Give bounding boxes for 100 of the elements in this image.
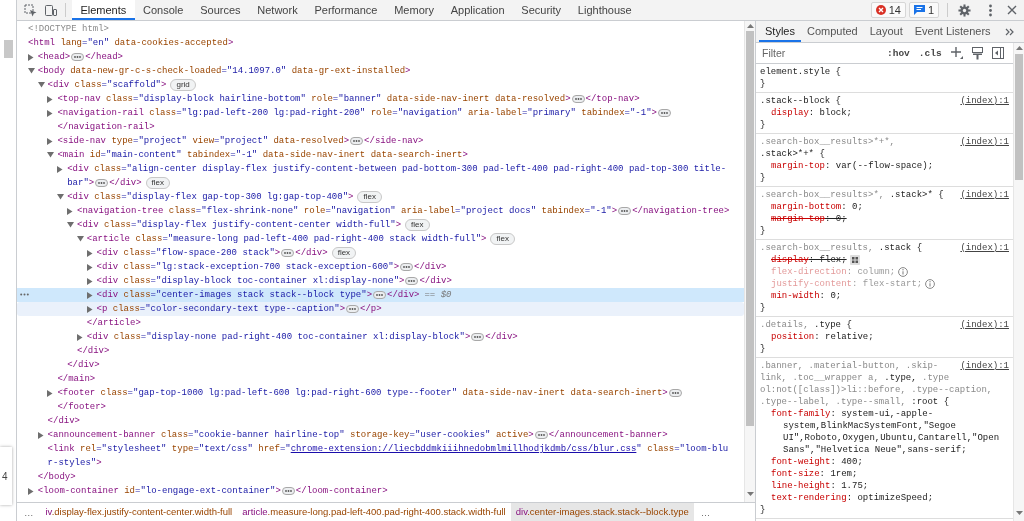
expand-arrow-icon[interactable] <box>86 263 93 271</box>
dom-tree-row[interactable]: <div class="display-flex justify-content-center width-full"> flex <box>17 218 744 232</box>
layout-badge[interactable]: flex <box>357 190 382 203</box>
toggle-button[interactable]: :hov <box>887 47 910 59</box>
collapse-arrow-icon[interactable] <box>27 68 35 74</box>
flexbox-editor-icon[interactable] <box>849 254 860 265</box>
collapse-arrow-icon[interactable] <box>57 194 65 200</box>
settings-icon[interactable] <box>958 3 971 17</box>
expand-arrow-icon[interactable] <box>47 389 54 397</box>
device-toolbar-icon[interactable] <box>44 3 57 17</box>
css-value[interactable]: : 0; <box>825 214 847 224</box>
dom-tree-row[interactable]: <div class="lg:stack-exception-700 stack-exception-600"> </div> <box>17 260 744 274</box>
scrollbar-thumb[interactable] <box>746 31 754 426</box>
dom-tree-row[interactable]: <main id="main-content" tabindex="-1" data-side-nav-inert data-search-inert> <box>17 148 744 162</box>
css-property[interactable]: display <box>771 108 809 118</box>
expand-arrow-icon[interactable] <box>86 291 93 299</box>
sidebar-toggle-icon[interactable] <box>991 47 1004 59</box>
dom-tree-row[interactable]: <div class="flow-space-200 stack"> </div> flex <box>17 246 744 260</box>
more-menu-icon[interactable] <box>989 3 992 17</box>
ellipsis-button[interactable] <box>95 178 109 187</box>
css-property[interactable]: margin-top <box>771 161 825 171</box>
expand-arrow-icon[interactable] <box>86 277 93 285</box>
dom-tree-row[interactable]: <announcement-banner class="cookie-banner hairline-top" storage-key="user-cookies" active> </announcement-banner> <box>17 428 744 442</box>
css-value[interactable]: : 400; <box>830 457 863 467</box>
dom-tree-row[interactable]: <div class="scaffold"> grid <box>17 78 744 92</box>
ellipsis-button[interactable] <box>668 388 682 397</box>
css-value[interactable]: : block; <box>808 108 853 118</box>
scrollbar-thumb[interactable] <box>1015 54 1023 180</box>
css-value[interactable]: : flex; <box>808 255 847 265</box>
breadcrumb-overflow[interactable]: … <box>693 506 718 518</box>
layout-badge[interactable]: flex <box>331 246 357 259</box>
dom-tree-row[interactable]: <head> </head> <box>17 50 744 64</box>
inspect-element-icon[interactable] <box>24 3 37 17</box>
css-value[interactable]: Sans","Helvetica Neue",sans-serif; <box>783 445 967 455</box>
ellipsis-button[interactable] <box>618 206 632 215</box>
css-value[interactable]: : 0; <box>819 291 842 301</box>
expand-arrow-icon[interactable] <box>27 487 34 495</box>
ellipsis-button[interactable] <box>71 52 85 61</box>
css-value[interactable]: : relative; <box>814 332 874 342</box>
expand-arrow-icon[interactable] <box>76 333 83 341</box>
more-tabs-icon[interactable] <box>1004 27 1014 36</box>
expand-arrow-icon[interactable] <box>37 431 44 439</box>
dom-tree-row[interactable]: <navigation-rail class="lg:pad-left-200 lg:pad-right-200" role="navigation" aria-label="primary" tabindex="-1"> </navigation-rail> <box>17 106 744 134</box>
expand-arrow-icon[interactable] <box>86 249 93 257</box>
info-icon[interactable] <box>898 266 909 277</box>
dom-tree-row[interactable]: <!DOCTYPE html> <box>17 22 744 36</box>
dom-tree-row[interactable]: <link rel="stylesheet" type="text/css" href="chrome-extension://liecbddmkiiihnedobmlmillhodjkdmb/css/blur.css" class="loom-blu r-styles"> <box>17 442 744 470</box>
ellipsis-button[interactable] <box>471 332 485 341</box>
dom-tree-row[interactable]: <footer class="gap-top-1000 lg:pad-left-600 lg:pad-right-600 type--footer" data-side-nav-inert data-search-inert> </footer> <box>17 386 744 414</box>
css-value[interactable]: : 1.75; <box>830 481 869 491</box>
expand-arrow-icon[interactable] <box>86 305 93 313</box>
sidebar-tab[interactable]: Styles <box>759 21 801 42</box>
css-property[interactable]: font-family <box>771 409 831 419</box>
layout-badge[interactable]: flex <box>405 218 430 231</box>
ellipsis-button[interactable] <box>346 304 360 313</box>
dom-tree-row[interactable]: <p class="color-secondary-text type--caption"> </p> <box>17 302 744 316</box>
breadcrumb-overflow[interactable]: … <box>17 506 41 518</box>
elements-scrollbar[interactable] <box>744 21 755 502</box>
source-link[interactable]: (index):1 <box>960 136 1009 148</box>
panel-tab[interactable]: Performance <box>306 0 386 20</box>
panel-tab[interactable]: Console <box>134 0 192 20</box>
dom-tree-row[interactable]: <div class="center-images stack stack--block type"> </div> == $0 <box>17 288 744 302</box>
panel-tab[interactable]: Network <box>248 0 307 20</box>
css-property[interactable]: line-height <box>771 481 831 491</box>
source-link[interactable]: (index):1 <box>960 319 1009 331</box>
dom-tree-row[interactable]: <html lang="en" data-cookies-accepted> <box>17 36 744 50</box>
scroll-down-icon[interactable] <box>746 492 754 496</box>
plus-icon[interactable] <box>950 47 963 59</box>
ellipsis-button[interactable] <box>534 430 548 439</box>
expand-arrow-icon[interactable] <box>47 95 54 103</box>
layout-badge[interactable]: flex <box>490 232 515 245</box>
panel-tab[interactable]: Sources <box>191 0 249 20</box>
css-property[interactable]: display <box>771 255 809 265</box>
panel-tab[interactable]: Lighthouse <box>569 0 641 20</box>
ellipsis-button[interactable] <box>350 136 364 145</box>
ellipsis-button[interactable] <box>281 248 295 257</box>
source-link[interactable]: (index):1 <box>960 189 1009 201</box>
ellipsis-button[interactable] <box>405 276 419 285</box>
css-value[interactable]: : system-ui,-apple- <box>830 409 934 419</box>
message-count-button[interactable]: 1 <box>908 2 939 18</box>
scroll-down-icon[interactable] <box>1015 511 1023 515</box>
layout-badge[interactable]: grid <box>170 78 196 91</box>
dom-tree-row[interactable]: <body data-new-gr-c-s-check-loaded="14.1097.0" data-gr-ext-installed> <box>17 64 744 78</box>
css-property[interactable]: margin-top <box>771 214 825 224</box>
error-count-button[interactable]: 14 <box>870 2 906 18</box>
breadcrumb[interactable]: div.center-images.stack.stack--block.type <box>510 503 694 521</box>
expand-arrow-icon[interactable] <box>47 109 54 117</box>
page-scrollbar-thumb[interactable] <box>4 40 13 58</box>
panel-tab[interactable]: Application <box>442 0 513 20</box>
toggle-button[interactable]: .cls <box>918 47 942 59</box>
dom-tree-row[interactable]: <div class="display-none pad-right-400 toc-container xl:display-block"> </div> <box>17 330 744 344</box>
source-link[interactable]: (index):1 <box>960 242 1009 254</box>
styles-scrollbar[interactable] <box>1013 43 1024 521</box>
css-property[interactable]: font-size <box>771 469 820 479</box>
css-property[interactable]: margin-bottom <box>771 202 842 212</box>
panel-tab[interactable]: Memory <box>385 0 443 20</box>
info-icon[interactable] <box>925 278 936 289</box>
css-value[interactable]: UI",Roboto,Oxygen,Ubuntu,Cantarell,"Open <box>783 433 1000 443</box>
source-link[interactable]: (index):1 <box>960 95 1009 107</box>
dom-tree-row[interactable]: <top-nav class="display-block hairline-bottom" role="banner" data-side-nav-inert data-resolved> </top-nav> <box>17 92 744 106</box>
